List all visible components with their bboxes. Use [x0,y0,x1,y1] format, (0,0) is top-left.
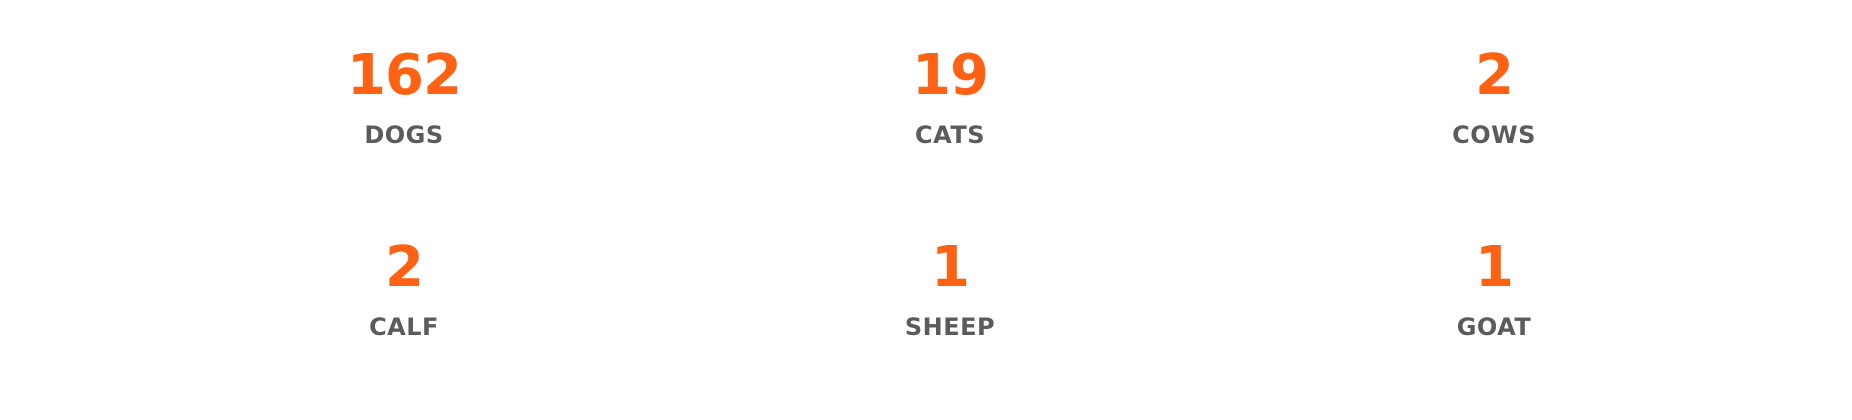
stat-cows: 2 COWS [1374,44,1614,150]
stat-cats: 19 CATS [830,44,1070,150]
stat-value: 1 [931,235,970,300]
stat-label: GOAT [1456,313,1532,341]
stat-goat: 1 GOAT [1374,236,1614,342]
stat-label: CALF [369,313,439,341]
stat-label: SHEEP [904,313,996,341]
stat-label: COWS [1452,121,1536,149]
stat-label: DOGS [364,121,444,149]
animal-stats-grid: 162 DOGS 19 CATS 2 COWS 2 CALF 1 SHEEP 1… [0,0,1852,420]
stat-dogs: 162 DOGS [284,44,524,150]
stat-calf: 2 CALF [284,236,524,342]
stat-sheep: 1 SHEEP [830,236,1070,342]
stat-label: CATS [915,121,985,149]
stat-value: 2 [1475,43,1514,108]
stat-value: 162 [347,43,462,108]
stat-value: 2 [385,235,424,300]
stat-value: 19 [912,43,989,108]
stat-value: 1 [1475,235,1514,300]
